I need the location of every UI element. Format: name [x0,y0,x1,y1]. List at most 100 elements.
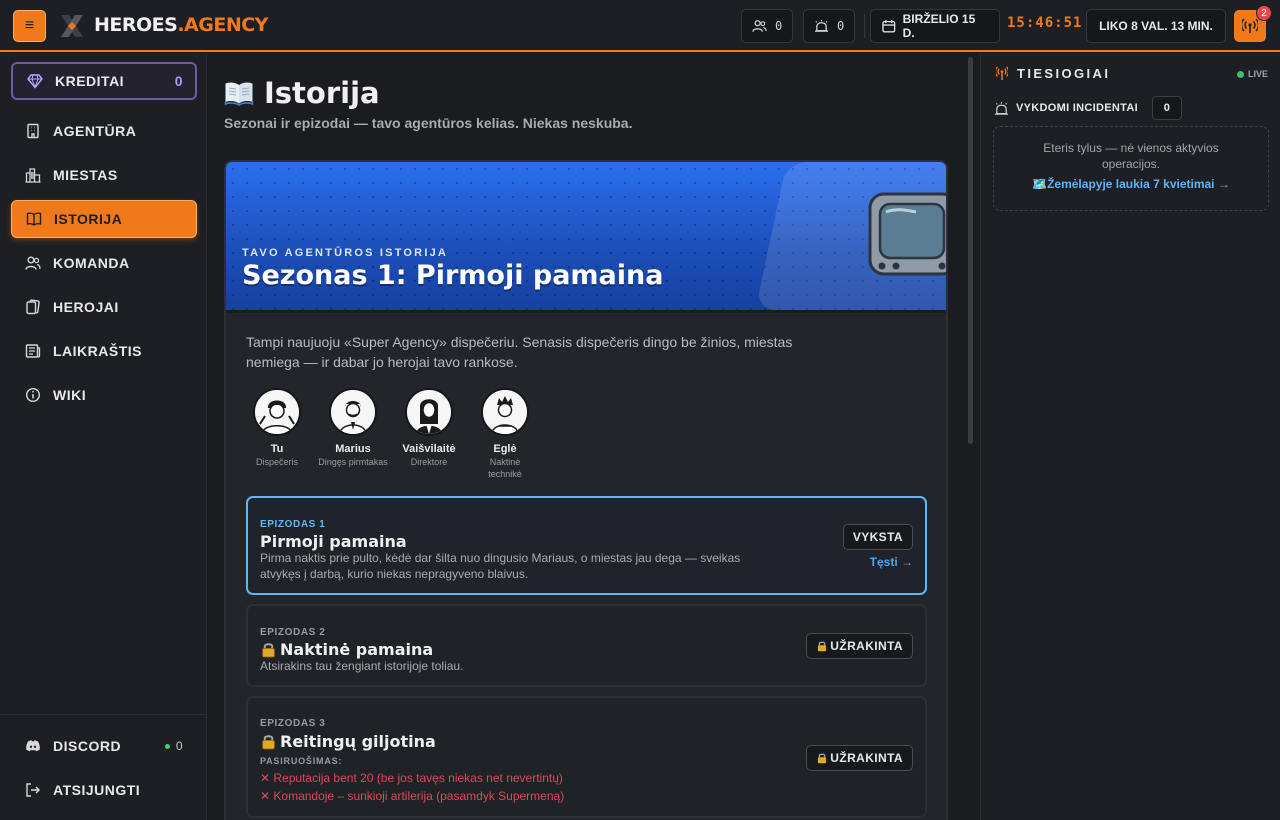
episode-number: EPIZODAS 3 [260,718,326,729]
sidebar-item-miestas[interactable]: MIESTAS [11,156,197,194]
team-counter[interactable]: 0 [741,9,794,43]
empty-state: Eteris tylus — nė vienos aktyvios operac… [993,126,1269,211]
season-description: Tampi naujuoju «Super Agency» dispečeriu… [246,334,793,370]
live-title-text: TIESIOGIAI [1017,66,1111,81]
lock-icon [262,643,275,658]
status-badge: UŽRAKINTA [806,633,913,659]
sidebar-item-label: ISTORIJA [54,211,123,227]
page-title-text: Istorija [264,76,380,110]
sidebar-item-label: KOMANDA [53,255,130,271]
banner-divider [226,310,946,313]
sidebar-item-label: LAIKRAŠTIS [53,343,142,359]
episode-card-3[interactable]: EPIZODAS 3 Reitingų giljotina PASIRUOŠIM… [246,696,927,818]
discord-count-value: 0 [175,739,183,753]
sidebar-item-herojai[interactable]: HEROJAI [11,288,197,326]
sidebar-item-laikrastis[interactable]: LAIKRAŠTIS [11,332,197,370]
episode-title: Reitingų giljotina [260,732,436,751]
status-text: UŽRAKINTA [830,639,903,653]
sidebar-item-logout[interactable]: ATSIJUNGTI [11,771,197,809]
building-icon [27,123,39,139]
sidebar-item-label: MIESTAS [53,167,118,183]
sidebar-item-label: HEROJAI [53,299,119,315]
brand-logo[interactable]: HEROES.AGENCY [94,14,268,36]
marius-avatar-icon [331,390,375,434]
page-title: Istorija [224,76,380,110]
character-card[interactable]: Eglė Naktinė technikė [467,388,543,480]
continue-link[interactable]: Tęsti → [870,555,913,569]
status-text: UŽRAKINTA [830,751,903,765]
live-panel-title: TIESIOGIAI [996,66,1110,81]
character-card[interactable]: Vaišvilaitė Direktorė [391,388,467,468]
character-card[interactable]: Marius Dingęs pirmtakas [315,388,391,468]
season-eyebrow: TAVO AGENTŪROS ISTORIJA [242,247,449,259]
episode-description: Pirma naktis prie pulto, kėdė dar šilta … [260,551,741,581]
sidebar-item-label: ATSIJUNGTI [53,782,141,798]
divider [0,714,207,715]
signal-icon [1242,18,1258,33]
alarm-counter[interactable]: 0 [803,9,856,43]
date-text: BIRŽELIO 15 D. [902,12,976,40]
character-name: Marius [335,443,371,455]
director-avatar-icon [407,390,451,434]
sidebar-item-label: WIKI [53,387,87,403]
users-icon [25,256,41,270]
discord-online-count: 0 [164,739,183,753]
sidebar-item-istorija[interactable]: ISTORIJA [11,200,197,238]
alarm-count: 0 [837,19,845,33]
lock-icon [818,753,827,764]
episode-description: Atsirakins tau žengiant istorijoje tolia… [260,659,464,673]
status-badge: UŽRAKINTA [806,745,913,771]
character-role: Direktorė [410,457,448,467]
live-panel: TIESIOGIAI LIVE VYKDOMI INCIDENTAI 0 Ete… [980,54,1280,820]
episode-card-1[interactable]: EPIZODAS 1 Pirmoji pamaina Pirma naktis … [246,496,927,595]
character-role: Dispečeris [255,457,298,467]
incidents-row: VYKDOMI INCIDENTAI 0 [994,96,1182,120]
newspaper-icon [25,344,41,358]
episode-card-2[interactable]: EPIZODAS 2 Naktinė pamaina Atsirakins ta… [246,604,927,687]
dispatcher-avatar-icon [255,390,299,434]
main-scrollbar[interactable] [968,57,973,444]
online-dot [164,743,170,749]
live-badge: LIVE [1236,69,1268,79]
season-card: TAVO AGENTŪROS ISTORIJA Sezonas 1: Pirmo… [224,160,948,820]
top-bar: ≡ HEROES.AGENCY 0 0 BIRŽELIO 15 D. 15:46… [0,0,1280,52]
discord-icon [26,740,40,752]
episode-title-text: Reitingų giljotina [280,732,436,751]
lock-icon [262,735,275,750]
logout-icon [26,783,40,797]
requirement-item: ✕ Komandoje – sunkioji artilerija (pasam… [260,789,565,803]
character-name: Tu [270,443,284,455]
incidents-label: VYKDOMI INCIDENTAI [1016,102,1138,114]
sidebar: KREDITAI 0 AGENTŪRA MIESTAS ISTORIJA KOM… [0,54,207,820]
hamburger-icon[interactable]: ≡ [13,10,46,42]
diamond-icon [27,74,43,89]
status-badge: VYKSTA [842,524,913,550]
calendar-icon [882,20,896,33]
avatar [253,388,301,436]
credits-count: 0 [174,73,183,89]
live-dot [1236,70,1244,78]
sidebar-item-komanda[interactable]: KOMANDA [11,244,197,282]
character-role: Dingęs pirmtakas [318,457,388,467]
requirement-item: ✕ Reputacija bent 20 (be jos tavęs nieka… [260,771,563,785]
sidebar-item-credits[interactable]: KREDITAI 0 [11,62,197,100]
sidebar-item-label: AGENTŪRA [53,123,137,139]
sidebar-item-discord[interactable]: DISCORD 0 [11,727,197,765]
character-name: Vaišvilaitė [402,443,456,455]
city-icon [25,168,41,183]
sidebar-item-agentura[interactable]: AGENTŪRA [11,112,197,150]
episode-title-text: Naktinė pamaina [280,640,434,659]
open-book-icon [224,82,254,106]
character-role: Naktinė technikė [488,457,522,479]
map-invitations-link[interactable]: 🗺️Žemėlapyje laukia 7 kvietimai → [994,177,1268,191]
sidebar-item-wiki[interactable]: WIKI [11,376,197,414]
character-name: Eglė [493,443,517,455]
avatar [329,388,377,436]
time-left: LIKO 8 VAL. 13 MIN. [1086,9,1226,43]
page-subtitle: Sezonai ir epizodai — tavo agentūros kel… [224,115,633,131]
avatar [481,388,529,436]
sidebar-item-label: KREDITAI [55,73,125,89]
character-card[interactable]: Tu Dispečeris [239,388,315,468]
technician-avatar-icon [483,390,527,434]
tv-icon [868,192,946,276]
